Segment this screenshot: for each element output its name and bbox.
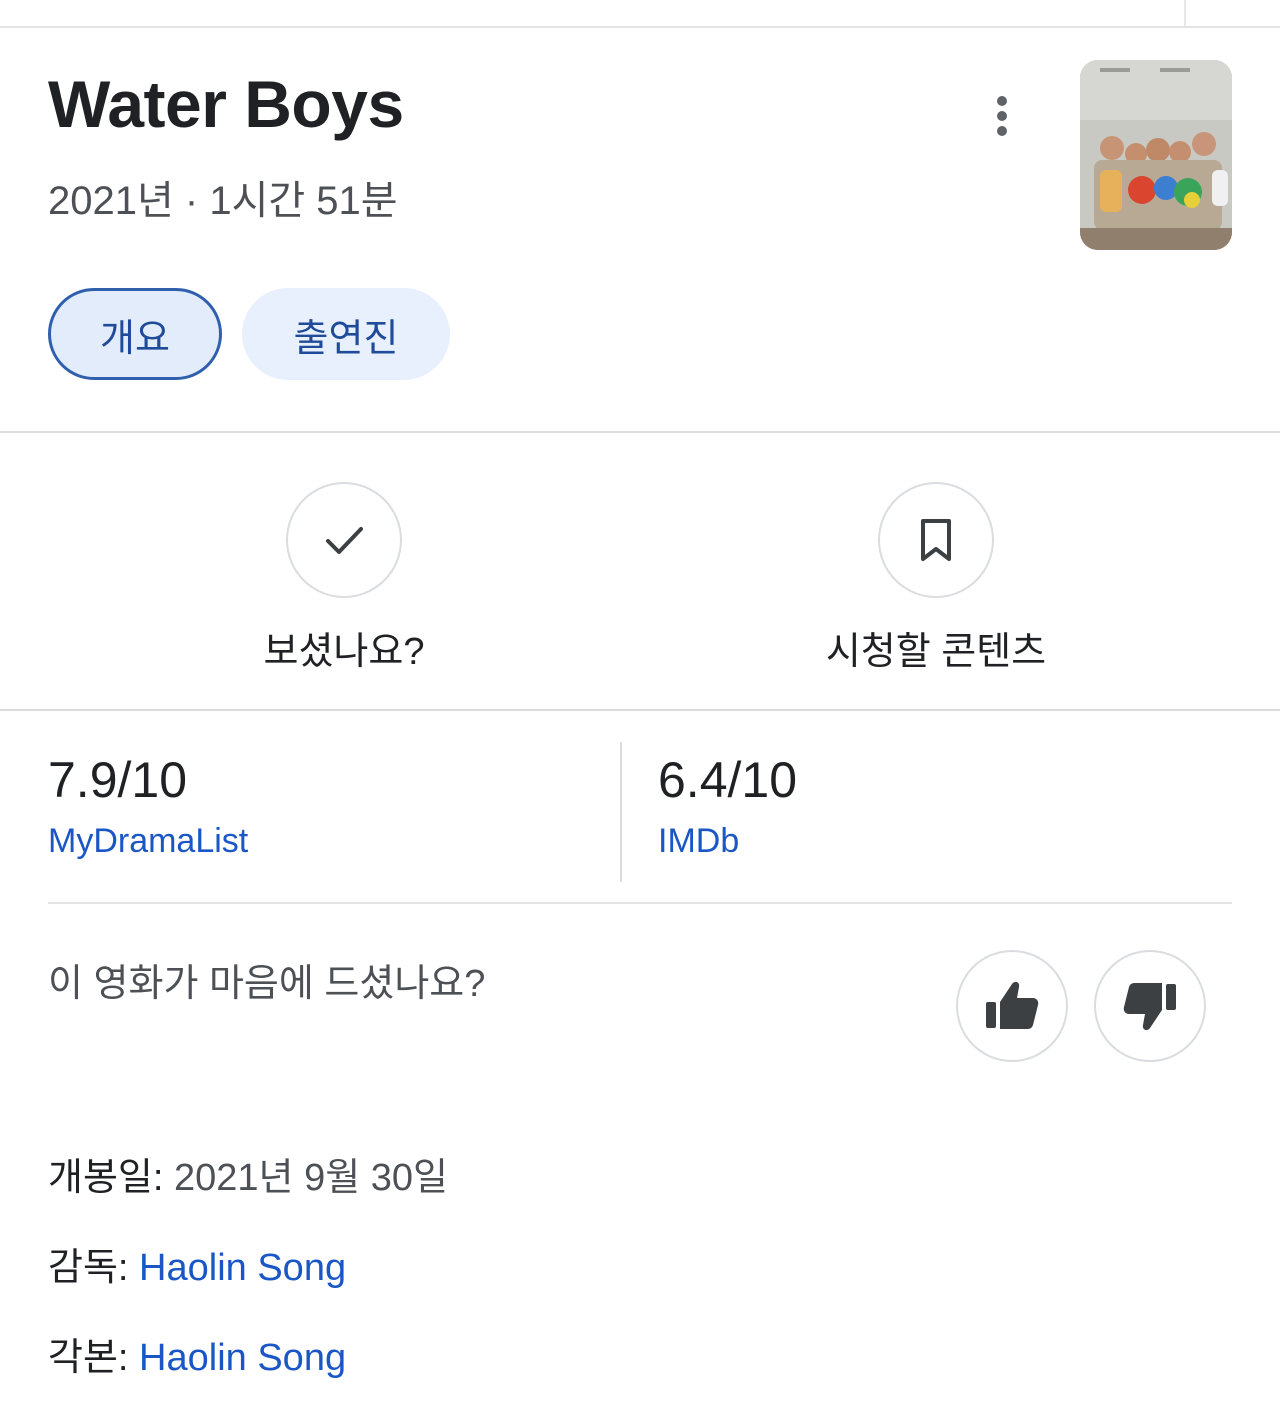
watchlist-label: 시청할 콘텐츠: [825, 631, 1047, 673]
release-date-label: 개봉일:: [48, 1157, 164, 1199]
tab-overview[interactable]: 개요: [48, 288, 222, 380]
top-bar: [0, 0, 1280, 28]
more-options-icon[interactable]: [980, 88, 1024, 144]
release-date-value: 2021년 9월 30일: [174, 1157, 448, 1199]
tab-cast[interactable]: 출연진: [242, 288, 450, 380]
feedback-question: 이 영화가 마음에 드셨나요?: [48, 963, 486, 1005]
divider: [48, 902, 1232, 904]
watchlist-button[interactable]: 시청할 콘텐츠: [786, 482, 1086, 675]
thumbs-up-icon[interactable]: [956, 950, 1068, 1062]
bookmark-icon: [878, 482, 994, 598]
thumbs-down-icon[interactable]: [1094, 950, 1206, 1062]
watched-button[interactable]: 보셨나요?: [194, 482, 494, 675]
movie-meta: 2021년 · 1시간 51분: [48, 179, 398, 223]
rating-divider: [620, 742, 622, 882]
rating-score: 7.9/10: [48, 752, 188, 808]
director-link[interactable]: Haolin Song: [139, 1247, 346, 1289]
watched-label: 보셨나요?: [263, 631, 425, 673]
rating-source-link[interactable]: IMDb: [658, 822, 797, 861]
rating-source-link[interactable]: MyDramaList: [48, 822, 248, 861]
check-icon: [286, 482, 402, 598]
director-row: 감독: Haolin Song: [48, 1236, 346, 1291]
movie-title: Water Boys: [48, 67, 404, 141]
rating-score: 6.4/10: [658, 752, 798, 808]
divider: [0, 431, 1280, 433]
writer-row: 각본: Haolin Song: [48, 1326, 346, 1381]
rating-imdb: 6.4/10 IMDb: [658, 752, 797, 861]
release-date-row: 개봉일: 2021년 9월 30일: [48, 1146, 448, 1201]
top-bar-divider: [1184, 0, 1186, 26]
rating-mydramalist: 7.9/10 MyDramaList: [48, 752, 248, 861]
director-label: 감독:: [48, 1247, 129, 1289]
movie-poster-image[interactable]: [1080, 60, 1232, 250]
writer-label: 각본:: [48, 1337, 129, 1379]
writer-link[interactable]: Haolin Song: [139, 1337, 346, 1379]
divider: [0, 709, 1280, 711]
tab-bar: 개요 출연진: [48, 288, 450, 380]
